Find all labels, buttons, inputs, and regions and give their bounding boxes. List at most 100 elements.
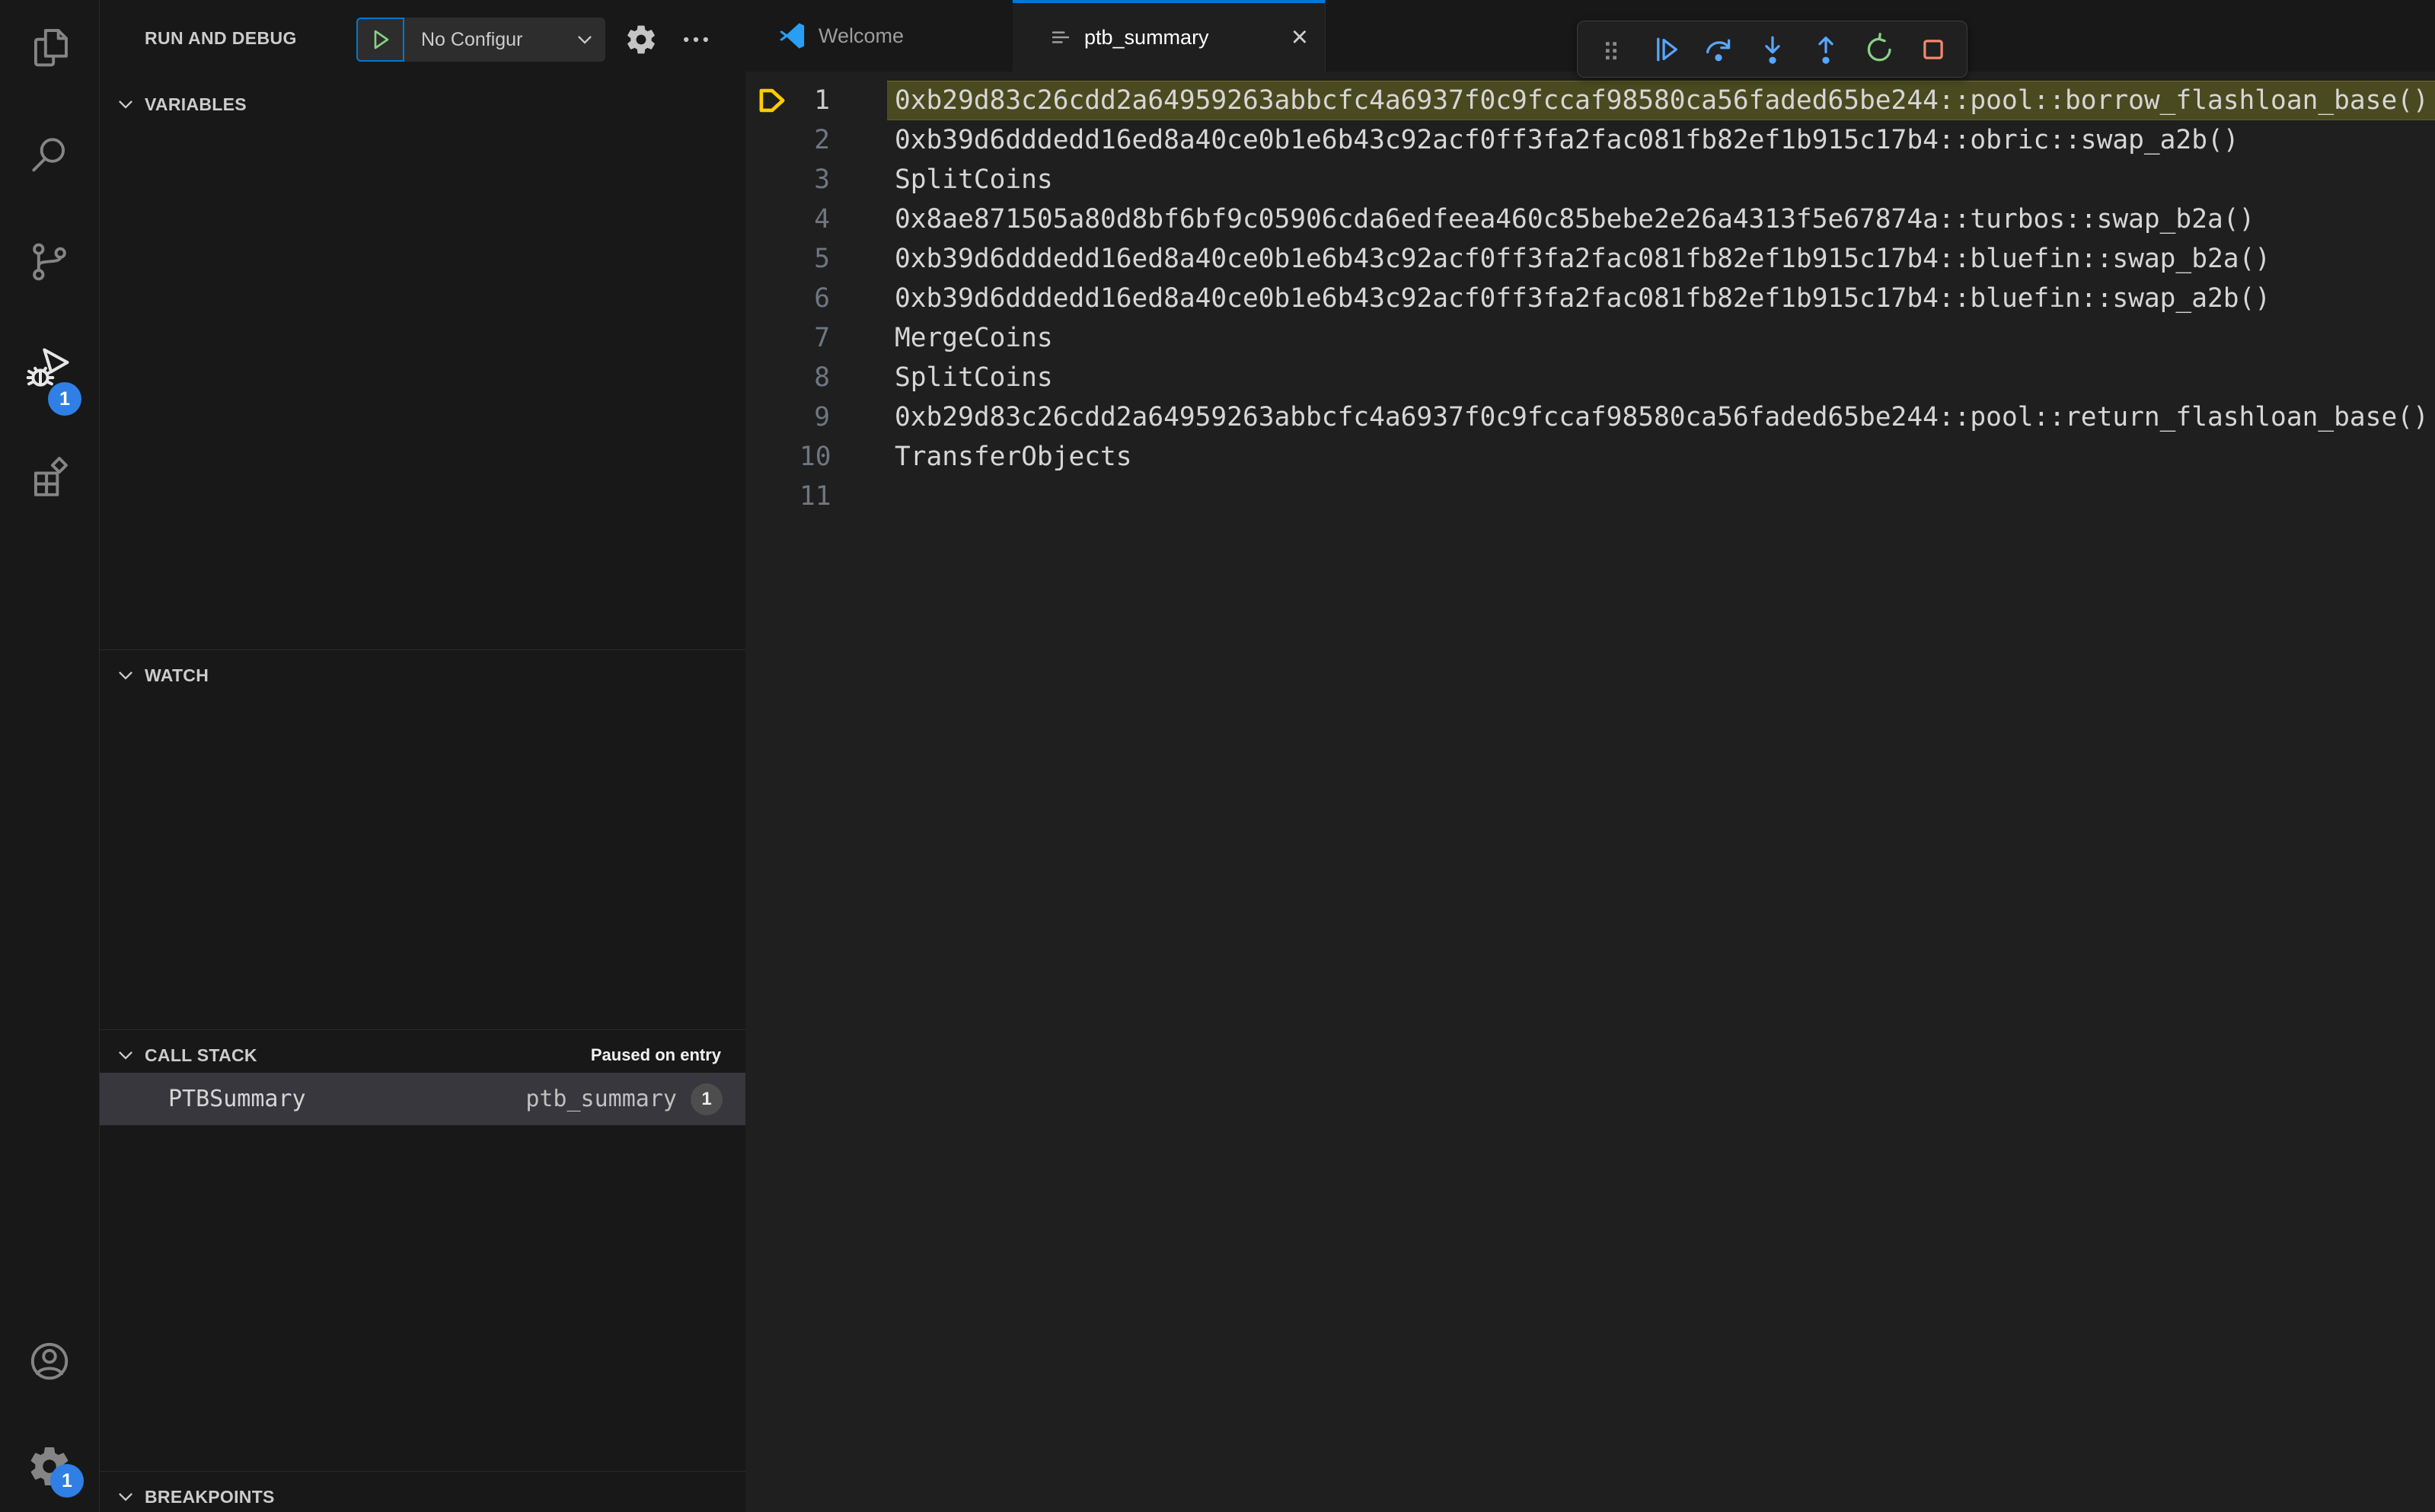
editor-line[interactable]: 7 MergeCoins (745, 318, 2435, 358)
sidebar-header: RUN AND DEBUG No Configur (100, 0, 745, 79)
chevron-down-icon (113, 665, 139, 685)
editor-line[interactable]: 1 0xb29d83c26cdd2a64959263abbcfc4a6937f0… (745, 81, 2435, 120)
extensions-icon[interactable] (25, 451, 74, 499)
line-number[interactable]: 11 (799, 477, 831, 516)
gutter-glyph (745, 160, 799, 199)
line-number[interactable]: 2 (799, 120, 830, 160)
close-icon[interactable]: × (1291, 23, 1308, 52)
more-actions-icon[interactable] (678, 22, 713, 57)
explorer-icon[interactable] (25, 23, 74, 72)
editor-line[interactable]: 6 0xb39d6dddedd16ed8a40ce0b1e6b43c92acf0… (745, 279, 2435, 318)
restart-icon (1868, 32, 1891, 61)
tab-ptb-summary[interactable]: ptb_summary × (1013, 0, 1326, 72)
settings-badge: 1 (50, 1464, 84, 1498)
search-icon[interactable] (25, 131, 74, 180)
editor-line[interactable]: 9 0xb29d83c26cdd2a64959263abbcfc4a6937f0… (745, 397, 2435, 437)
line-text: SplitCoins (895, 164, 1053, 195)
watch-section-header[interactable]: WATCH (100, 650, 745, 700)
debug-config-combo: No Configur (356, 18, 605, 62)
source-control-icon[interactable] (25, 238, 74, 286)
line-text: 0xb39d6dddedd16ed8a40ce0b1e6b43c92acf0ff… (895, 125, 2239, 155)
tab-welcome-label: Welcome (819, 24, 905, 47)
editor-group: Welcome ptb_summary × 1 0xb29d83c26cdd2a… (745, 0, 2435, 1512)
step-into-icon (1764, 36, 1780, 64)
restart-button[interactable] (1859, 30, 1899, 69)
toolbar-drag-handle[interactable] (1591, 30, 1631, 69)
gutter-glyph (745, 279, 799, 318)
chevron-down-icon (113, 1487, 139, 1507)
line-number[interactable]: 5 (799, 239, 830, 279)
step-out-button[interactable] (1806, 30, 1846, 69)
vscode-window: 1 1 RUN AND DEBUG No Configur VARIABLES … (0, 0, 2435, 1512)
call-stack-frame-row[interactable]: PTBSummary ptb_summary 1 (100, 1073, 745, 1125)
chevron-down-icon (578, 36, 592, 44)
start-debugging-button[interactable] (356, 18, 404, 62)
line-number[interactable]: 10 (799, 437, 831, 477)
gutter-glyph (745, 239, 799, 279)
variables-label: VARIABLES (145, 94, 247, 114)
debug-badge: 1 (48, 382, 81, 416)
files-icon (34, 29, 68, 67)
editor-line[interactable]: 5 0xb39d6dddedd16ed8a40ce0b1e6b43c92acf0… (745, 239, 2435, 279)
line-text: TransferObjects (895, 442, 1132, 472)
editor-line[interactable]: 8 SplitCoins (745, 358, 2435, 397)
code-area: 1 0xb29d83c26cdd2a64959263abbcfc4a6937f0… (745, 72, 2435, 516)
tab-ptb-summary-label: ptb_summary (1084, 25, 1209, 49)
line-text: MergeCoins (895, 323, 1053, 353)
gutter-glyph (745, 318, 799, 358)
debug-settings-gear-icon[interactable] (624, 22, 659, 57)
line-number[interactable]: 3 (799, 160, 830, 199)
settings-gear-icon[interactable]: 1 (25, 1442, 84, 1498)
gutter-glyph (745, 120, 799, 160)
stop-button[interactable] (1913, 30, 1953, 69)
continue-icon (1656, 37, 1677, 61)
editor-line[interactable]: 11 (745, 477, 2435, 516)
frame-name: PTBSummary (168, 1086, 306, 1112)
chevron-down-icon (113, 1045, 139, 1065)
gutter-glyph (745, 199, 799, 239)
config-dropdown[interactable]: No Configur (404, 18, 605, 62)
sidebar-title: RUN AND DEBUG (145, 28, 297, 48)
activity-bar: 1 1 (0, 0, 100, 1512)
play-icon (374, 30, 388, 49)
frame-meta: ptb_summary 1 (525, 1083, 723, 1115)
step-out-icon (1818, 36, 1833, 64)
run-and-debug-sidebar: RUN AND DEBUG No Configur VARIABLES WATC… (100, 0, 745, 1512)
step-over-button[interactable] (1699, 30, 1738, 69)
stop-icon (1923, 39, 1943, 59)
run-and-debug-icon[interactable]: 1 (25, 344, 81, 416)
ellipsis-icon (684, 37, 708, 43)
debug-toolbar (1577, 21, 1967, 78)
step-over-icon (1706, 38, 1731, 61)
step-into-button[interactable] (1753, 30, 1792, 69)
file-lines-icon (1048, 24, 1074, 50)
line-text: SplitCoins (895, 362, 1053, 393)
line-number[interactable]: 4 (799, 199, 830, 239)
line-number[interactable]: 8 (799, 358, 830, 397)
editor-line[interactable]: 10 TransferObjects (745, 437, 2435, 477)
line-text: 0xb39d6dddedd16ed8a40ce0b1e6b43c92acf0ff… (895, 244, 2271, 274)
editor-line[interactable]: 2 0xb39d6dddedd16ed8a40ce0b1e6b43c92acf0… (745, 120, 2435, 160)
line-number[interactable]: 9 (799, 397, 830, 437)
breakpoints-label: BREAKPOINTS (145, 1486, 275, 1507)
editor-line[interactable]: 3 SplitCoins (745, 160, 2435, 199)
gutter-glyph (745, 358, 799, 397)
variables-section-header[interactable]: VARIABLES (100, 79, 745, 129)
paused-status: Paused on entry (590, 1045, 721, 1064)
line-number[interactable]: 1 (799, 81, 830, 120)
line-text: 0xb29d83c26cdd2a64959263abbcfc4a6937f0c9… (887, 81, 2435, 120)
gutter-glyph (745, 81, 799, 120)
line-text: 0xb39d6dddedd16ed8a40ce0b1e6b43c92acf0ff… (895, 283, 2271, 314)
account-icon[interactable] (25, 1337, 74, 1386)
tab-welcome[interactable]: Welcome (745, 0, 1013, 72)
gripper-icon (1606, 41, 1617, 59)
breakpoints-section-header[interactable]: BREAKPOINTS (100, 1472, 745, 1512)
continue-button[interactable] (1645, 30, 1685, 69)
line-number[interactable]: 7 (799, 318, 830, 358)
line-number[interactable]: 6 (799, 279, 830, 318)
debug-current-line-arrow-icon (759, 88, 785, 113)
gutter-glyph (745, 437, 799, 477)
gutter-glyph (745, 397, 799, 437)
editor-line[interactable]: 4 0x8ae871505a80d8bf6bf9c05906cda6edfeea… (745, 199, 2435, 239)
config-dropdown-label: No Configur (421, 28, 523, 50)
